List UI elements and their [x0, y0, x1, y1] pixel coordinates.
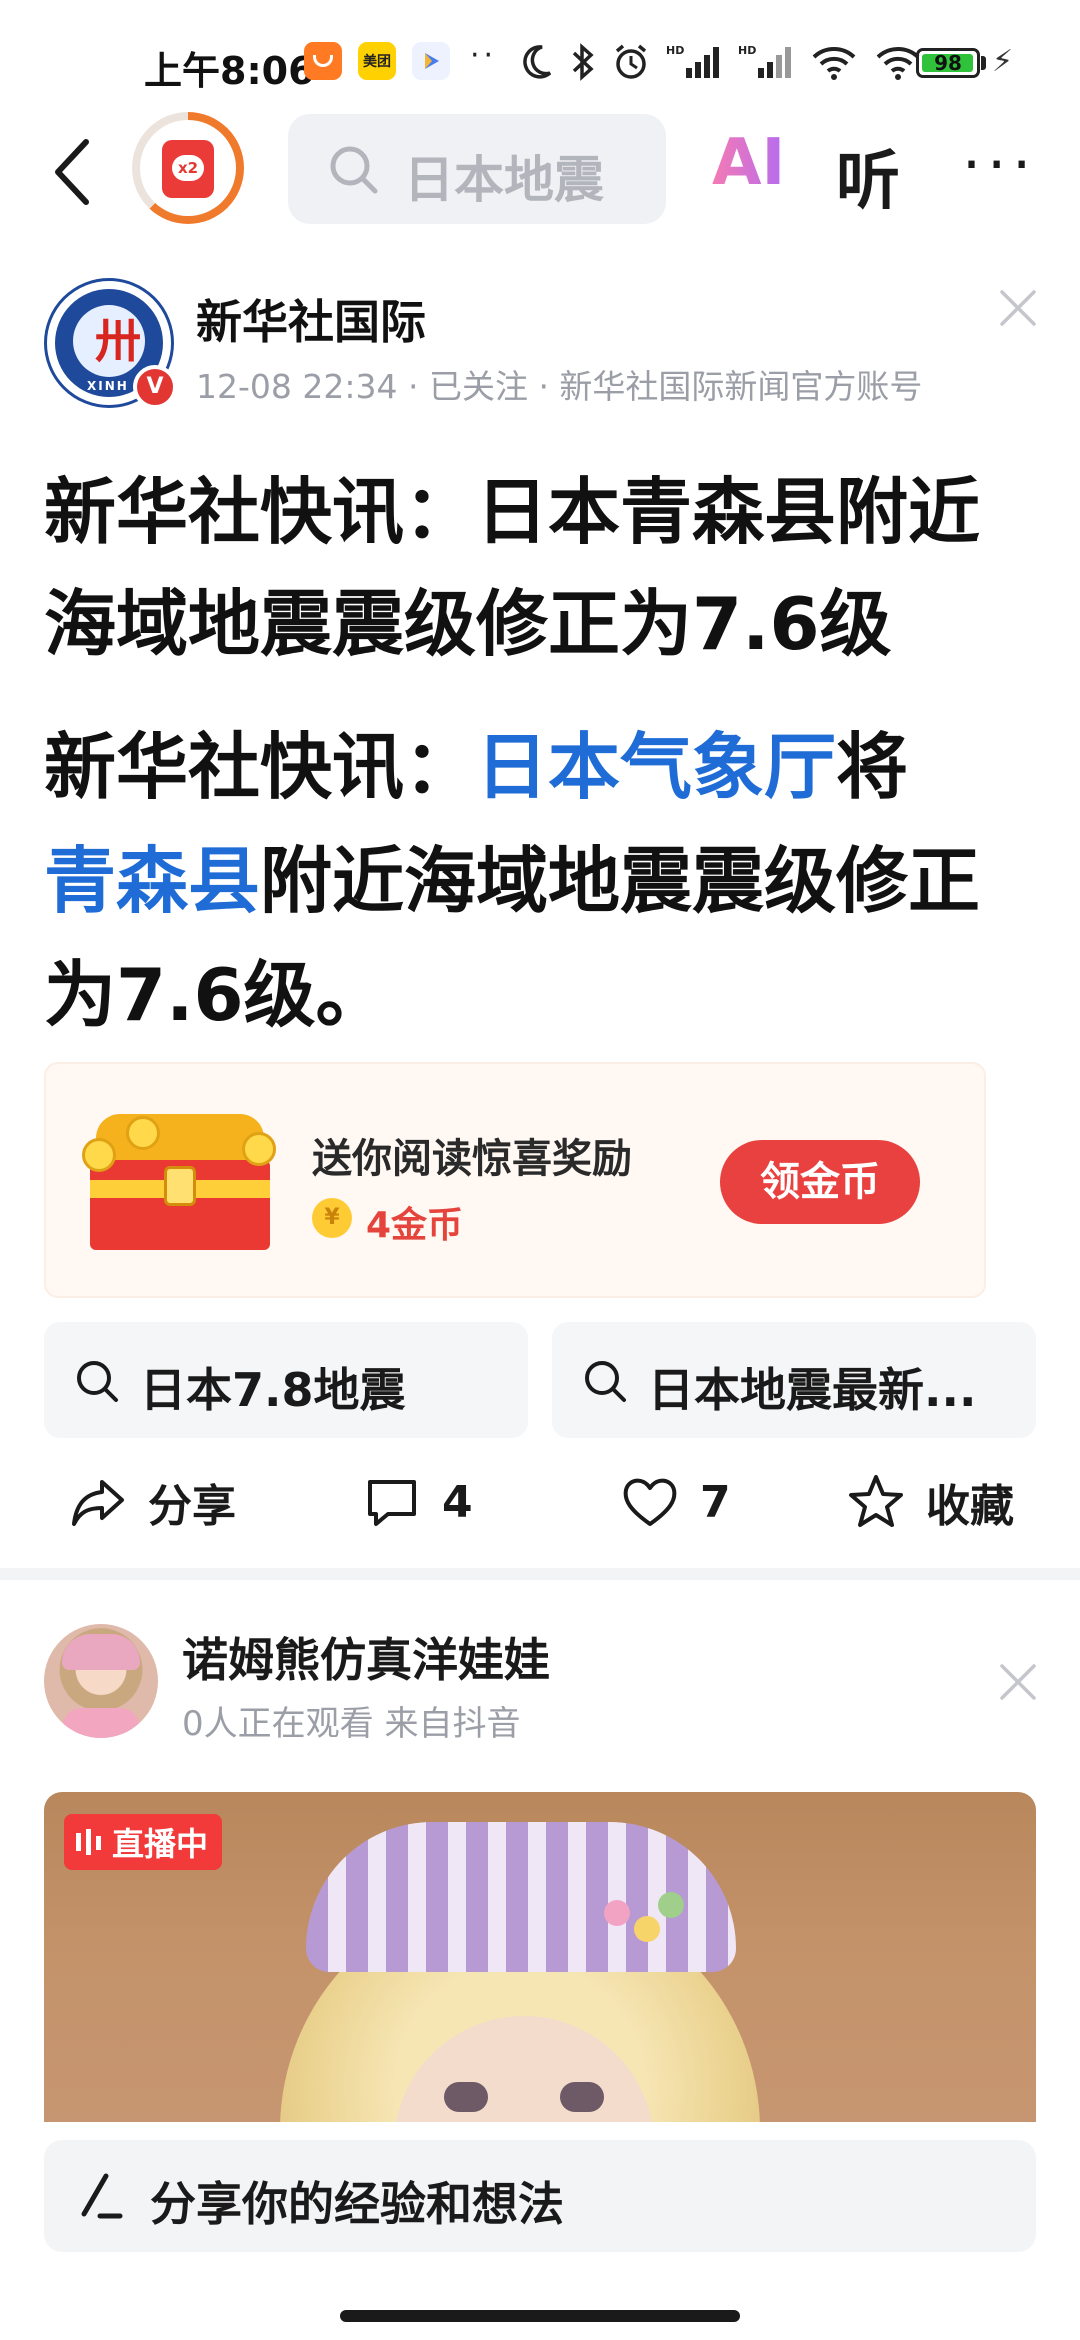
red-packet-button[interactable]: x2	[132, 112, 244, 224]
taobao-icon	[304, 42, 342, 80]
coin-icon	[82, 1138, 116, 1172]
listen-button[interactable]: 听	[836, 130, 900, 222]
live-stream-preview[interactable]: 直播中	[44, 1792, 1036, 2122]
like-count: 7	[700, 1476, 731, 1528]
flower-decoration	[634, 1916, 660, 1942]
share-button[interactable]: 分享	[68, 1462, 236, 1542]
live-bars-icon	[76, 1829, 101, 1855]
bluetooth-icon	[572, 43, 594, 81]
ai-button[interactable]: AI	[712, 126, 785, 200]
search-icon	[330, 146, 378, 194]
star-icon	[849, 1475, 903, 1527]
author-meta: 12-08 22:34 · 已关注 · 新华社国际新闻官方账号	[196, 367, 923, 406]
section-divider	[0, 1568, 1080, 1580]
home-indicator[interactable]	[340, 2310, 740, 2322]
svg-text:HD: HD	[738, 44, 756, 57]
treasure-chest-icon	[82, 1114, 278, 1262]
charging-icon: ⚡	[992, 44, 1014, 79]
signal-hd-icon: HD	[666, 44, 719, 78]
signal-hd-icon-2: HD	[738, 44, 791, 78]
system-icons: HD HD	[520, 34, 922, 90]
svg-text:HD: HD	[666, 44, 684, 57]
coin-icon	[126, 1116, 160, 1150]
comment-input[interactable]: 分享你的经验和想法	[44, 2140, 1036, 2252]
stream-meta: 0人正在观看 来自抖音	[182, 1704, 521, 1744]
wifi-icon	[812, 47, 856, 80]
red-packet-inner: x2	[140, 120, 236, 216]
live-badge: 直播中	[64, 1814, 223, 1870]
chip-label: 日本地震最新...	[648, 1363, 977, 1417]
reward-banner[interactable]: 送你阅读惊喜奖励 ¥ 4金币 领金币	[44, 1062, 986, 1298]
more-notifications-icon: ··	[470, 38, 498, 73]
search-box[interactable]: 日本地震	[288, 114, 666, 224]
avatar[interactable]	[44, 1624, 158, 1738]
heart-icon	[623, 1478, 677, 1526]
body-text: 新华社快讯：	[44, 725, 477, 809]
live-badge-label: 直播中	[112, 1825, 209, 1863]
wifi-icon-2	[876, 47, 920, 80]
share-label: 分享	[148, 1481, 236, 1532]
chest-lock	[164, 1166, 196, 1206]
verified-badge: V	[133, 365, 177, 409]
author-name[interactable]: 新华社国际	[196, 286, 426, 352]
favorite-button[interactable]: 收藏	[846, 1462, 1014, 1542]
stream-author-name[interactable]: 诺姆熊仿真洋娃娃	[182, 1624, 550, 1690]
pen-icon	[81, 2173, 123, 2219]
logo-letters: XINH	[87, 379, 129, 393]
top-nav: x2 日本地震 AI 听 ···	[0, 108, 1080, 232]
link-aomori[interactable]: 青森县	[44, 839, 260, 923]
search-placeholder: 日本地震	[404, 151, 604, 209]
related-search-chip[interactable]: 日本7.8地震	[44, 1322, 528, 1438]
more-options-icon[interactable]: ···	[962, 130, 1037, 200]
doll-eye	[444, 2082, 488, 2112]
logo-glyph: 卅	[95, 314, 141, 368]
related-search-chip[interactable]: 日本地震最新...	[552, 1322, 1036, 1438]
status-time: 上午8:06	[144, 49, 315, 93]
status-bar: 上午8:06 美团 ·· HD HD 98 ⚡	[0, 30, 1080, 96]
like-button[interactable]: 7	[620, 1462, 731, 1542]
moon-icon	[523, 45, 552, 79]
avatar-hat	[62, 1634, 140, 1670]
doll-eye	[560, 2082, 604, 2112]
meituan-icon: 美团	[358, 42, 396, 80]
red-envelope-icon: x2	[162, 140, 214, 198]
avatar-dress	[62, 1708, 140, 1738]
author-avatar[interactable]: 卅 XINH V	[44, 278, 177, 409]
multiplier-badge: x2	[172, 155, 204, 181]
alarm-icon	[615, 44, 647, 79]
body-text: 将	[836, 725, 909, 809]
coin-icon: ¥	[312, 1198, 352, 1238]
favorite-label: 收藏	[926, 1481, 1014, 1532]
comment-placeholder: 分享你的经验和想法	[150, 2177, 564, 2231]
comment-count: 4	[442, 1476, 473, 1528]
article-body: 新华社快讯：日本气象厅将 青森县附近海域地震震级修正为7.6级。	[44, 710, 1044, 1052]
flower-decoration	[658, 1892, 684, 1918]
share-icon	[72, 1480, 124, 1526]
logo-inner: 卅	[73, 305, 145, 377]
video-app-icon	[412, 42, 450, 80]
close-icon[interactable]	[996, 286, 1040, 330]
article-headline: 新华社快讯：日本青森县附近海域地震震级修正为7.6级	[44, 470, 981, 666]
news-article-screen: 上午8:06 美团 ·· HD HD 98 ⚡ x2 日本地震 AI 听 ···…	[0, 0, 1080, 2340]
battery-icon: 98	[916, 48, 980, 78]
close-icon[interactable]	[996, 1660, 1040, 1704]
battery-nub	[981, 56, 986, 70]
comment-icon	[368, 1480, 416, 1526]
reward-title: 送你阅读惊喜奖励	[312, 1136, 632, 1182]
battery-percent: 98	[934, 51, 962, 75]
chevron-left-icon[interactable]	[44, 134, 104, 210]
search-icon	[585, 1361, 626, 1402]
coin-icon	[242, 1132, 276, 1166]
flower-decoration	[604, 1900, 630, 1926]
chest-lid	[96, 1114, 264, 1162]
reward-coins: 4金币	[366, 1205, 464, 1246]
chip-label: 日本7.8地震	[140, 1363, 406, 1417]
claim-coins-button[interactable]: 领金币	[720, 1140, 920, 1224]
comment-button[interactable]: 4	[362, 1462, 473, 1542]
link-jma[interactable]: 日本气象厅	[476, 725, 836, 809]
search-icon	[77, 1361, 118, 1402]
